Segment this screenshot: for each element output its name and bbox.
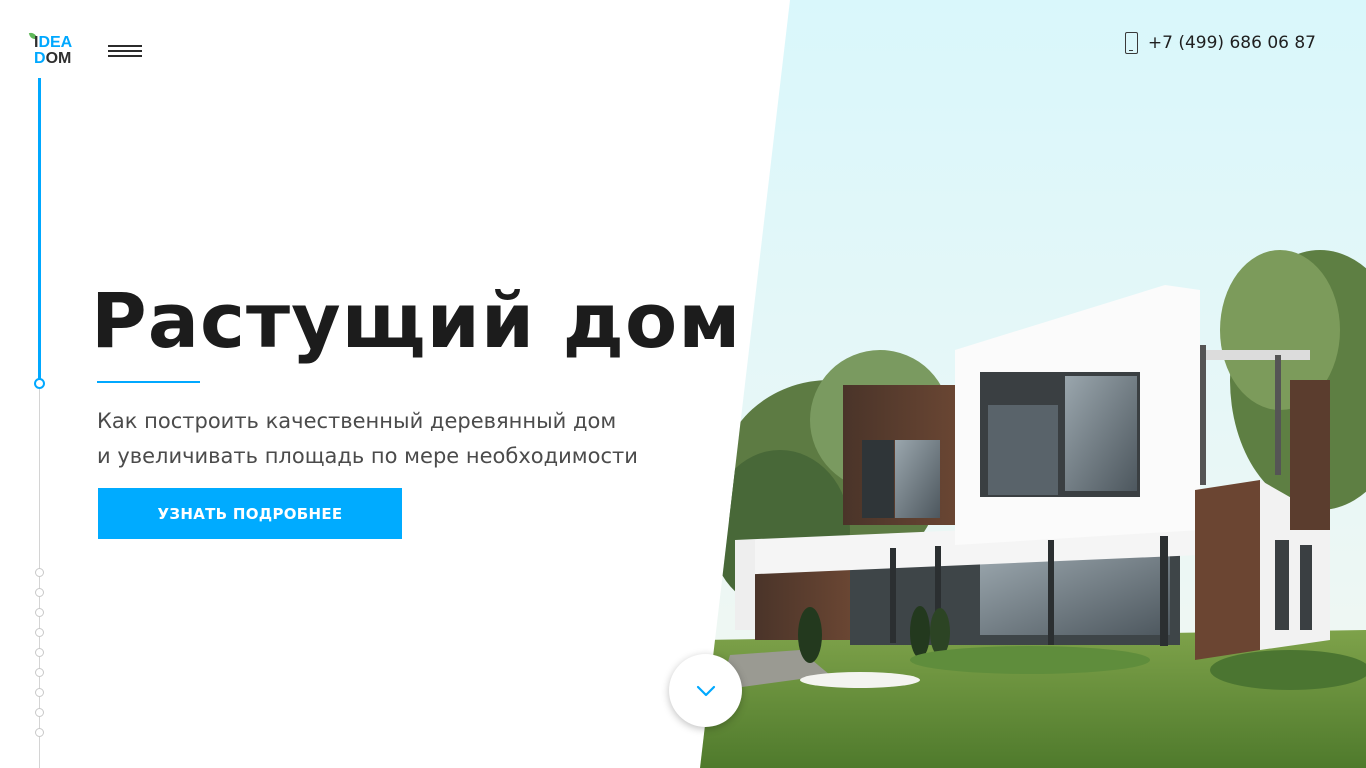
hero-house-image bbox=[700, 0, 1366, 768]
section-progress-line bbox=[38, 78, 41, 381]
logo-line-1: IDEA bbox=[34, 34, 73, 51]
learn-more-button[interactable]: УЗНАТЬ ПОДРОБНЕЕ bbox=[98, 488, 402, 539]
section-dot[interactable] bbox=[35, 708, 44, 717]
section-dot[interactable] bbox=[35, 628, 44, 637]
chevron-down-icon bbox=[696, 685, 715, 696]
section-dot[interactable] bbox=[35, 608, 44, 617]
section-dot[interactable] bbox=[35, 588, 44, 597]
phone-number[interactable]: +7 (499) 686 06 87 bbox=[1148, 33, 1316, 53]
section-dot[interactable] bbox=[35, 648, 44, 657]
section-dot[interactable] bbox=[35, 728, 44, 737]
hero-title: Растущий дом bbox=[91, 276, 742, 365]
section-dot-active[interactable] bbox=[34, 378, 45, 389]
section-dot[interactable] bbox=[35, 668, 44, 677]
logo[interactable]: IDEA DOM bbox=[28, 31, 82, 68]
hero-subtitle-line-2: и увеличивать площадь по мере необходимо… bbox=[97, 444, 638, 468]
hamburger-icon[interactable] bbox=[108, 45, 142, 59]
title-underline bbox=[97, 381, 200, 383]
phone-icon bbox=[1124, 32, 1138, 54]
phone-contact[interactable]: +7 (499) 686 06 87 bbox=[1124, 31, 1316, 55]
hero-subtitle-line-1: Как построить качественный деревянный до… bbox=[97, 409, 617, 433]
logo-line-2: DOM bbox=[34, 50, 72, 67]
hero-subtitle: Как построить качественный деревянный до… bbox=[97, 404, 717, 474]
scroll-down-button[interactable] bbox=[669, 654, 742, 727]
section-dot[interactable] bbox=[35, 568, 44, 577]
section-dot[interactable] bbox=[35, 688, 44, 697]
